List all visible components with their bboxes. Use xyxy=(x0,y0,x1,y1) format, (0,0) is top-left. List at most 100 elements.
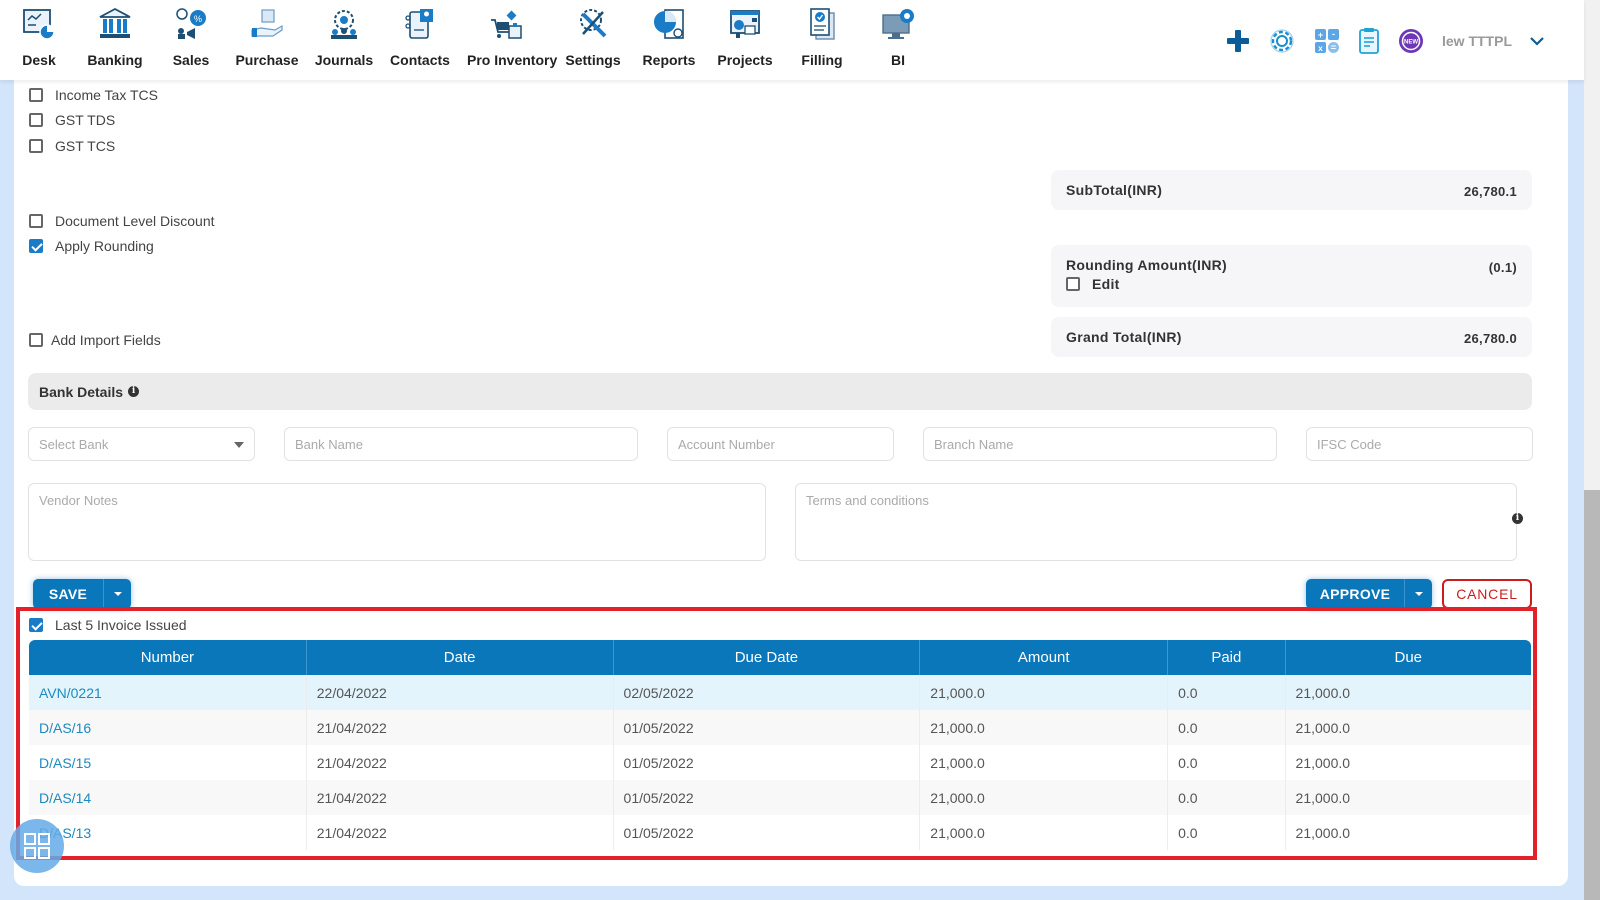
nav-sales[interactable]: % Sales xyxy=(152,6,230,68)
reports-icon xyxy=(654,9,684,39)
nav-pro-inventory[interactable]: Pro Inventory xyxy=(467,6,558,68)
select-bank-dropdown[interactable]: Select Bank xyxy=(28,427,255,461)
scrollbar-thumb[interactable] xyxy=(1584,490,1600,900)
nav-label: Journals xyxy=(314,52,374,68)
gst-tds-label: GST TDS xyxy=(55,112,116,128)
nav-label: Pro Inventory xyxy=(467,52,558,68)
add-import-fields-checkbox[interactable] xyxy=(29,333,43,347)
svg-text:+: + xyxy=(1318,30,1323,40)
rounding-edit-option[interactable]: Edit xyxy=(1066,276,1120,292)
gear-icon xyxy=(1270,29,1294,53)
terms-info-icon[interactable]: i xyxy=(1512,513,1523,524)
nav-label: Reports xyxy=(642,52,696,68)
save-options-dropdown[interactable] xyxy=(103,579,131,609)
rounding-edit-checkbox[interactable] xyxy=(1066,277,1080,291)
gst-tcs-option[interactable]: GST TCS xyxy=(29,138,115,154)
rounding-box: Rounding Amount(INR) (0.1) Edit xyxy=(1051,245,1532,307)
clipboard-icon xyxy=(1359,28,1379,54)
settings-tools-icon xyxy=(580,9,607,38)
nav-contacts[interactable]: Contacts xyxy=(381,6,459,68)
desk-icon xyxy=(23,9,55,40)
header-tools: + - x = NEW lew TTTPL xyxy=(1208,24,1544,58)
account-number-input[interactable] xyxy=(667,427,894,461)
income-tax-tcs-option[interactable]: Income Tax TCS xyxy=(29,87,158,103)
whats-new-button[interactable]: NEW xyxy=(1398,28,1424,54)
nav-purchase[interactable]: Purchase xyxy=(228,6,306,68)
quick-apps-fab[interactable] xyxy=(10,819,64,873)
sales-icon: % xyxy=(176,8,206,39)
cancel-button[interactable]: CANCEL xyxy=(1442,579,1532,609)
add-import-fields-option[interactable]: Add Import Fields xyxy=(29,332,161,348)
caret-down-icon xyxy=(1414,592,1423,596)
gst-tds-checkbox[interactable] xyxy=(29,113,43,127)
svg-text:NEW: NEW xyxy=(1404,40,1418,46)
nav-bi[interactable]: BI xyxy=(859,6,937,68)
nav-journals[interactable]: Journals xyxy=(305,6,383,68)
org-dropdown[interactable] xyxy=(1530,36,1544,46)
nav-label: Settings xyxy=(565,52,621,68)
income-tax-tcs-label: Income Tax TCS xyxy=(55,87,158,103)
svg-text:=: = xyxy=(1331,43,1336,53)
rounding-edit-label: Edit xyxy=(1092,276,1120,292)
add-import-fields-label: Add Import Fields xyxy=(51,332,161,348)
save-button[interactable]: SAVE xyxy=(33,579,103,609)
nav-settings[interactable]: Settings xyxy=(554,6,632,68)
grand-total-box: Grand Total(INR) 26,780.0 xyxy=(1051,317,1532,357)
nav-label: Purchase xyxy=(235,52,299,68)
highlight-annotation-box xyxy=(16,607,1537,860)
journals-icon xyxy=(331,10,357,39)
nav-label: Desk xyxy=(22,52,56,68)
save-button-group: SAVE xyxy=(33,579,131,609)
nav-label: BI xyxy=(891,52,905,68)
gst-tcs-label: GST TCS xyxy=(55,138,116,154)
apply-rounding-checkbox[interactable] xyxy=(29,239,43,253)
scrollbar[interactable] xyxy=(1584,0,1600,900)
apply-rounding-option[interactable]: Apply Rounding xyxy=(29,238,154,254)
filling-icon xyxy=(810,8,835,40)
add-button[interactable] xyxy=(1226,29,1250,53)
nav-label: Sales xyxy=(172,52,210,68)
approve-options-dropdown[interactable] xyxy=(1404,579,1432,609)
ifsc-code-input[interactable] xyxy=(1306,427,1533,461)
approve-button[interactable]: APPROVE xyxy=(1306,579,1404,609)
notes-button[interactable] xyxy=(1358,27,1380,55)
nav-filling[interactable]: Filling xyxy=(783,6,861,68)
document-level-discount-checkbox[interactable] xyxy=(29,214,43,228)
calculator-button[interactable]: + - x = xyxy=(1314,28,1340,54)
svg-text:-: - xyxy=(1332,29,1335,39)
subtotal-box: SubTotal(INR) 26,780.1 xyxy=(1051,170,1532,210)
subtotal-value: 26,780.1 xyxy=(1463,184,1517,199)
top-navigation: Desk Banking % Sales Purchase Journals C… xyxy=(0,0,1584,80)
terms-conditions-textarea[interactable] xyxy=(795,483,1517,561)
gst-tds-option[interactable]: GST TDS xyxy=(29,112,115,128)
nav-banking[interactable]: Banking xyxy=(76,6,154,68)
vendor-notes-textarea[interactable] xyxy=(28,483,766,561)
nav-desk[interactable]: Desk xyxy=(0,6,78,68)
caret-down-icon xyxy=(113,592,122,596)
nav-label: Contacts xyxy=(390,52,450,68)
rounding-value: (0.1) xyxy=(1488,260,1517,275)
income-tax-tcs-checkbox[interactable] xyxy=(29,88,43,102)
organization-name[interactable]: lew TTTPL xyxy=(1442,33,1512,49)
chevron-down-icon xyxy=(1530,37,1544,46)
settings-button[interactable] xyxy=(1268,27,1296,55)
document-level-discount-option[interactable]: Document Level Discount xyxy=(29,213,215,229)
info-icon[interactable]: i xyxy=(128,386,140,397)
new-badge-icon: NEW xyxy=(1399,29,1423,53)
nav-projects[interactable]: Projects xyxy=(706,6,784,68)
grand-total-value: 26,780.0 xyxy=(1463,331,1517,346)
apply-rounding-label: Apply Rounding xyxy=(55,238,154,254)
caret-down-icon xyxy=(234,442,244,448)
projects-icon xyxy=(730,10,760,38)
bank-name-input[interactable] xyxy=(284,427,638,461)
inventory-icon xyxy=(491,10,522,39)
bank-details-title: Bank Details xyxy=(39,383,124,400)
nav-reports[interactable]: Reports xyxy=(630,6,708,68)
contacts-icon xyxy=(405,9,433,39)
bank-details-header: Bank Details i xyxy=(28,373,1532,410)
branch-name-input[interactable] xyxy=(923,427,1277,461)
svg-text:x: x xyxy=(1318,44,1323,53)
rounding-label: Rounding Amount(INR) xyxy=(1066,257,1227,273)
gst-tcs-checkbox[interactable] xyxy=(29,139,43,153)
approve-button-group: APPROVE xyxy=(1306,579,1432,609)
